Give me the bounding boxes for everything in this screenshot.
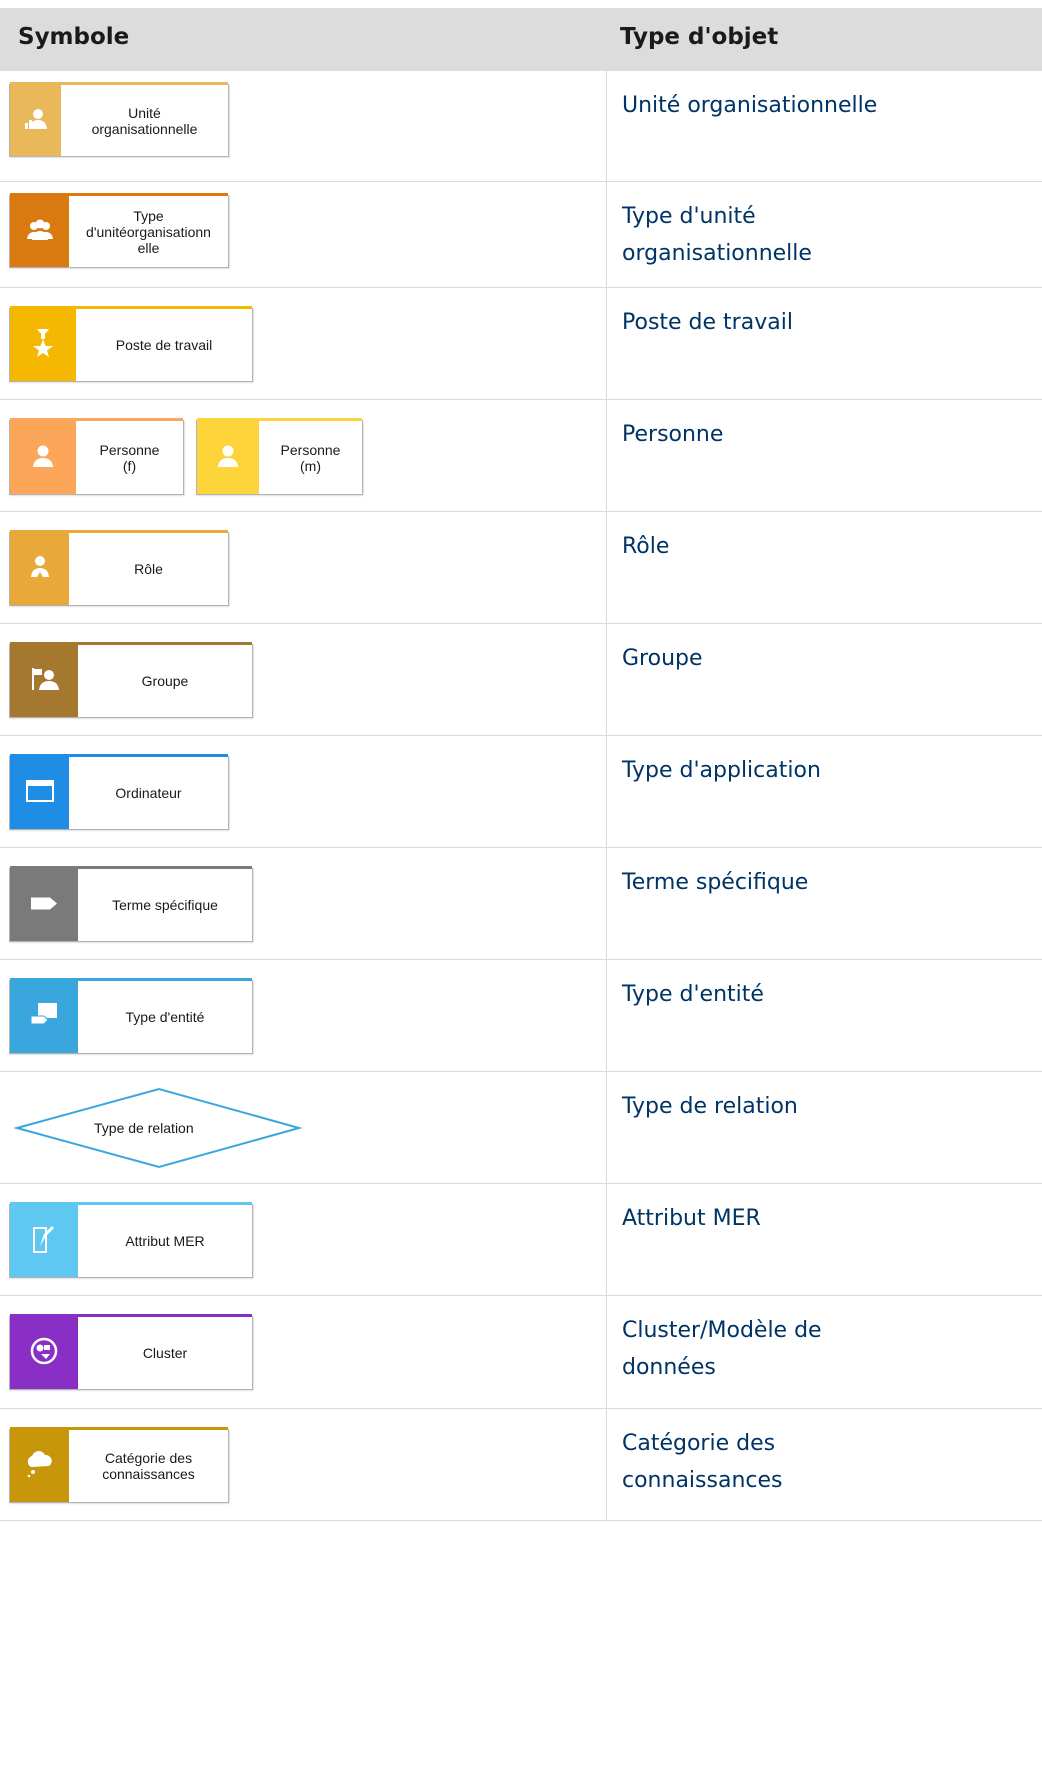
object-symbol-table: Symbole Type d'objet Unité organisationne… bbox=[0, 8, 1042, 1521]
object-symbol: Attribut MER bbox=[9, 1202, 253, 1278]
symbol-label: Type d'unitéorganisationn elle bbox=[86, 207, 211, 256]
tag-icon bbox=[30, 896, 58, 915]
column-divider bbox=[606, 1409, 607, 1520]
header-symbol: Symbole bbox=[18, 24, 130, 50]
object-type-label: Rôle bbox=[622, 534, 670, 559]
attribute-pen-icon bbox=[32, 1224, 56, 1258]
object-symbol: Personne (m) bbox=[196, 418, 363, 495]
object-type-label: Catégorie des connaissances bbox=[622, 1431, 783, 1493]
symbol-color-bar bbox=[10, 757, 69, 829]
column-divider bbox=[606, 624, 607, 735]
object-symbol: Type d'unitéorganisationn elle bbox=[9, 193, 229, 268]
table-row: Type de relation Type de relation bbox=[0, 1072, 1042, 1184]
table-row: Unité organisationnelle Unité organisation… bbox=[0, 71, 1042, 182]
symbol-color-bar bbox=[10, 1205, 78, 1277]
symbol-label: Personne (f) bbox=[99, 441, 160, 474]
object-type-label: Unité organisationnelle bbox=[622, 93, 878, 118]
application-window-icon bbox=[25, 780, 54, 806]
symbol-color-bar bbox=[10, 1317, 78, 1389]
object-symbol: Poste de travail bbox=[9, 306, 253, 382]
table-row: Groupe Groupe bbox=[0, 624, 1042, 736]
object-type-label: Attribut MER bbox=[622, 1206, 761, 1231]
header-object-type: Type d'objet bbox=[620, 24, 779, 50]
object-type-label: Type d'unité organisationnelle bbox=[622, 204, 812, 266]
table-row: Poste de travail Poste de travail bbox=[0, 288, 1042, 400]
object-type-label: Cluster/Modèle de données bbox=[622, 1318, 822, 1380]
symbol-label: Rôle bbox=[134, 561, 163, 577]
table-row: Attribut MER Attribut MER bbox=[0, 1184, 1042, 1296]
object-type-label: Groupe bbox=[622, 646, 703, 671]
symbol-color-bar bbox=[10, 196, 69, 267]
role-icon bbox=[29, 555, 51, 583]
symbol-label: Cluster bbox=[142, 1345, 188, 1361]
org-unit-type-icon bbox=[26, 219, 54, 245]
person-icon bbox=[216, 444, 240, 472]
object-type-label: Type d'entité bbox=[622, 982, 764, 1007]
object-symbol: Terme spécifique bbox=[9, 866, 253, 942]
symbol-color-bar bbox=[197, 421, 259, 494]
symbol-color-bar bbox=[10, 533, 69, 605]
symbol-label: Type de relation bbox=[94, 1120, 194, 1136]
table-row: Type d'unitéorganisationn elle Type d'unité… bbox=[0, 182, 1042, 288]
symbol-label: Terme spécifique bbox=[112, 897, 218, 913]
column-divider bbox=[606, 960, 607, 1071]
symbol-label: Groupe bbox=[141, 673, 189, 689]
column-divider bbox=[606, 1296, 607, 1408]
column-divider bbox=[606, 1184, 607, 1295]
object-symbol: Personne (f) bbox=[9, 418, 184, 495]
column-divider bbox=[606, 288, 607, 399]
symbol-label: Attribut MER bbox=[125, 1233, 205, 1249]
object-type-label: Poste de travail bbox=[622, 310, 793, 335]
symbol-color-bar bbox=[10, 869, 78, 941]
symbol-label: Unité organisationnelle bbox=[91, 104, 198, 137]
entity-type-icon bbox=[30, 1002, 58, 1032]
table-row: Personne (f) Personne (m) Personne bbox=[0, 400, 1042, 512]
group-icon bbox=[29, 666, 59, 696]
symbol-color-bar bbox=[10, 309, 76, 381]
cluster-icon bbox=[30, 1337, 58, 1369]
object-symbol: Rôle bbox=[9, 530, 229, 606]
table-row: Catégorie des connaissances Catégorie des … bbox=[0, 1409, 1042, 1521]
table-row: Type d'entité Type d'entité bbox=[0, 960, 1042, 1072]
position-icon bbox=[32, 328, 54, 362]
symbol-label: Type d'entité bbox=[125, 1009, 205, 1025]
symbol-color-bar bbox=[10, 85, 61, 156]
object-symbol: Type d'entité bbox=[9, 978, 253, 1054]
symbol-color-bar bbox=[10, 1430, 69, 1502]
table-row: Cluster Cluster/Modèle de données bbox=[0, 1296, 1042, 1409]
object-type-label: Type de relation bbox=[622, 1094, 798, 1119]
symbol-label: Personne (m) bbox=[280, 441, 341, 474]
object-type-label: Type d'application bbox=[622, 758, 821, 783]
column-divider bbox=[606, 1072, 607, 1183]
symbol-label: Catégorie des connaissances bbox=[102, 1450, 195, 1482]
table-body: Unité organisationnelle Unité organisation… bbox=[0, 71, 1042, 1521]
object-symbol: Unité organisationnelle bbox=[9, 82, 229, 157]
table-row: Ordinateur Type d'application bbox=[0, 736, 1042, 848]
symbol-label: Poste de travail bbox=[115, 337, 213, 353]
table-header: Symbole Type d'objet bbox=[0, 8, 1042, 71]
object-symbol: Catégorie des connaissances bbox=[9, 1427, 229, 1503]
knowledge-cloud-icon bbox=[25, 1449, 55, 1483]
column-divider bbox=[606, 736, 607, 847]
table-row: Terme spécifique Terme spécifique bbox=[0, 848, 1042, 960]
object-symbol: Ordinateur bbox=[9, 754, 229, 830]
object-symbol: Cluster bbox=[9, 1314, 253, 1390]
object-symbol: Groupe bbox=[9, 642, 253, 718]
column-divider bbox=[606, 400, 607, 511]
org-unit-icon bbox=[23, 108, 49, 134]
column-divider bbox=[606, 512, 607, 623]
object-type-label: Terme spécifique bbox=[622, 870, 809, 895]
symbol-color-bar bbox=[10, 981, 78, 1053]
symbol-color-bar bbox=[10, 421, 76, 494]
person-icon bbox=[31, 444, 55, 472]
table-row: Rôle Rôle bbox=[0, 512, 1042, 624]
symbol-label: Ordinateur bbox=[115, 785, 182, 801]
column-divider bbox=[606, 71, 607, 181]
object-type-label: Personne bbox=[622, 422, 724, 447]
column-divider bbox=[606, 182, 607, 287]
symbol-color-bar bbox=[10, 645, 78, 717]
column-divider bbox=[606, 848, 607, 959]
